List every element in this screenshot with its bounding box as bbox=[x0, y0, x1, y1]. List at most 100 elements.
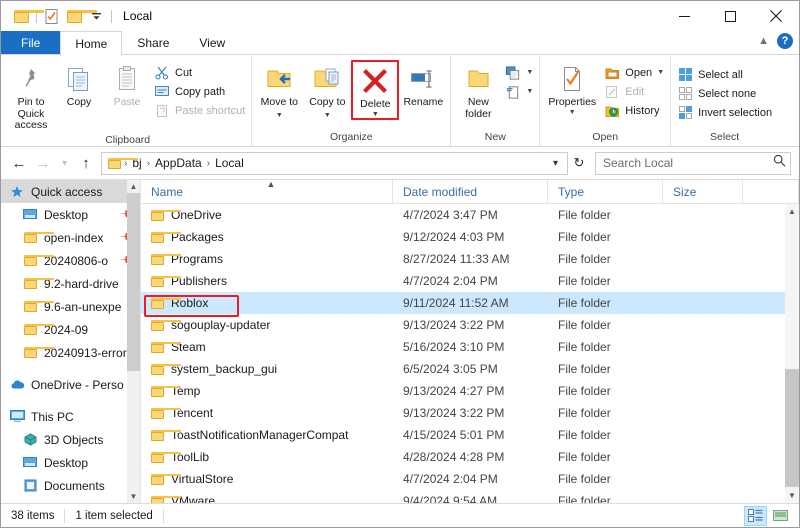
sidebar-item-desktop[interactable]: Desktop 📌 bbox=[1, 203, 140, 226]
easy-access-button[interactable]: ▼ bbox=[502, 82, 536, 101]
sidebar-scrollbar[interactable]: ▲ ▼ bbox=[127, 180, 140, 503]
tab-view[interactable]: View bbox=[184, 31, 240, 54]
table-row[interactable]: sogouplay-updater 9/13/2024 3:22 PM File… bbox=[141, 314, 799, 336]
paste-button[interactable]: Paste bbox=[103, 60, 151, 109]
edit-button[interactable]: Edit bbox=[601, 82, 667, 101]
sidebar-item-desktop-pc[interactable]: Desktop bbox=[1, 451, 140, 474]
caret-icon[interactable]: ▼ bbox=[657, 69, 664, 76]
move-to-button[interactable]: Move to ▼ bbox=[255, 60, 303, 120]
scroll-up-arrow-icon[interactable]: ▲ bbox=[785, 204, 799, 219]
table-row[interactable]: system_backup_gui 6/5/2024 3:05 PM File … bbox=[141, 358, 799, 380]
pin-to-quick-access-button[interactable]: Pin to Quick access bbox=[7, 60, 55, 132]
search-box[interactable]: Search Local bbox=[595, 151, 791, 175]
table-row-selected[interactable]: Roblox 9/11/2024 11:52 AM File folder bbox=[141, 292, 799, 317]
sidebar-item-3d-objects[interactable]: 3D Objects bbox=[1, 428, 140, 451]
table-row[interactable]: ToastNotificationManagerCompat 4/15/2024… bbox=[141, 424, 799, 446]
history-button[interactable]: History bbox=[601, 101, 667, 120]
tab-file[interactable]: File bbox=[1, 31, 61, 54]
address-bar[interactable]: › bj › AppData › Local ▾ bbox=[101, 151, 568, 175]
caret-icon[interactable]: ▼ bbox=[324, 112, 331, 119]
tab-home[interactable]: Home bbox=[60, 31, 123, 56]
scroll-up-arrow-icon[interactable]: ▲ bbox=[127, 180, 140, 193]
file-list-scrollbar[interactable]: ▲ ▼ bbox=[785, 204, 799, 503]
table-row[interactable]: VMware 9/4/2024 9:54 AM File folder bbox=[141, 490, 799, 503]
cell-type: File folder bbox=[558, 230, 611, 244]
table-row[interactable]: OneDrive 4/7/2024 3:47 PM File folder bbox=[141, 204, 799, 226]
cut-button[interactable]: Cut bbox=[151, 63, 248, 82]
new-item-button[interactable]: ▼ bbox=[502, 63, 536, 82]
new-folder-icon[interactable] bbox=[63, 5, 97, 27]
recent-locations-chevron-down-icon[interactable]: ▾ bbox=[55, 151, 74, 175]
sidebar-item-onedrive[interactable]: OneDrive - Perso bbox=[1, 373, 140, 396]
sidebar-item-quick-access[interactable]: Quick access bbox=[1, 180, 140, 203]
tab-share[interactable]: Share bbox=[122, 31, 184, 54]
sidebar-item-92-hard-drive[interactable]: 9.2-hard-drive bbox=[1, 272, 140, 295]
sidebar-item-2024-09[interactable]: 2024-09 bbox=[1, 318, 140, 341]
scroll-down-arrow-icon[interactable]: ▼ bbox=[785, 488, 799, 503]
select-none-button[interactable]: Select none bbox=[674, 84, 775, 103]
paste-shortcut-button[interactable]: Paste shortcut bbox=[151, 101, 248, 120]
table-row[interactable]: Steam 5/16/2024 3:10 PM File folder bbox=[141, 336, 799, 358]
minimize-button[interactable] bbox=[661, 1, 707, 31]
copy-to-button[interactable]: Copy to ▼ bbox=[303, 60, 351, 120]
rename-button[interactable]: Rename bbox=[399, 60, 447, 109]
caret-icon[interactable]: ▼ bbox=[360, 111, 390, 118]
search-input[interactable]: Search Local bbox=[603, 156, 773, 170]
new-folder-button[interactable]: New folder bbox=[454, 60, 502, 120]
table-row[interactable]: VirtualStore 4/7/2024 2:04 PM File folde… bbox=[141, 468, 799, 490]
breadcrumb-item-appdata[interactable]: AppData bbox=[151, 156, 206, 170]
table-row[interactable]: Packages 9/12/2024 4:03 PM File folder bbox=[141, 226, 799, 248]
delete-button[interactable]: Delete ▼ bbox=[351, 60, 400, 120]
sidebar-scroll-thumb[interactable] bbox=[127, 193, 140, 371]
customize-qat-dropdown-icon[interactable] bbox=[85, 5, 107, 27]
large-icons-view-button[interactable] bbox=[769, 506, 792, 526]
caret-icon[interactable]: ▼ bbox=[276, 112, 283, 119]
sidebar-item-documents[interactable]: Documents bbox=[1, 474, 140, 497]
select-all-button[interactable]: Select all bbox=[674, 65, 775, 84]
refresh-icon[interactable]: ↻ bbox=[568, 151, 590, 175]
caret-icon[interactable]: ▼ bbox=[526, 69, 533, 76]
file-list-scroll-track[interactable] bbox=[785, 219, 799, 488]
sidebar-item-96-an-unexpe[interactable]: 9.6-an-unexpe bbox=[1, 295, 140, 318]
chevron-up-icon[interactable]: ▲ bbox=[758, 35, 769, 47]
table-row[interactable]: ToolLib 4/28/2024 4:28 PM File folder bbox=[141, 446, 799, 468]
ribbon-group-open: Properties ▼ Open ▼ Edit History Open bbox=[540, 55, 672, 146]
select-none-icon bbox=[677, 86, 693, 102]
table-row[interactable]: Publishers 4/7/2024 2:04 PM File folder bbox=[141, 270, 799, 292]
sidebar-item-20240806[interactable]: 20240806-o 📌 bbox=[1, 249, 140, 272]
column-header-size[interactable]: Size bbox=[663, 180, 743, 203]
column-header-type[interactable]: Type bbox=[548, 180, 663, 203]
caret-icon[interactable]: ▼ bbox=[526, 88, 533, 95]
sidebar-item-this-pc[interactable]: This PC bbox=[1, 405, 140, 428]
copy-button[interactable]: Copy bbox=[55, 60, 103, 109]
table-row[interactable]: Tencent 9/13/2024 3:22 PM File folder bbox=[141, 402, 799, 424]
column-header-name[interactable]: ▲ Name bbox=[141, 179, 393, 203]
breadcrumb-item-local[interactable]: Local bbox=[211, 156, 248, 170]
open-button[interactable]: Open ▼ bbox=[601, 63, 667, 82]
file-list-scroll-thumb[interactable] bbox=[785, 369, 799, 487]
table-row[interactable]: Temp 9/13/2024 4:27 PM File folder bbox=[141, 380, 799, 402]
invert-selection-button[interactable]: Invert selection bbox=[674, 103, 775, 122]
search-icon[interactable] bbox=[773, 154, 786, 172]
sidebar-item-20240913-error[interactable]: 20240913-error bbox=[1, 341, 140, 364]
caret-icon[interactable]: ▼ bbox=[548, 109, 596, 116]
forward-arrow-icon[interactable]: → bbox=[31, 151, 55, 175]
folder-icon[interactable] bbox=[10, 5, 44, 27]
table-row[interactable]: Programs 8/27/2024 11:33 AM File folder bbox=[141, 248, 799, 270]
back-arrow-icon[interactable]: ← bbox=[7, 151, 31, 175]
properties-icon[interactable] bbox=[41, 5, 63, 27]
copy-path-button[interactable]: Copy path bbox=[151, 82, 248, 101]
column-header-date-modified[interactable]: Date modified bbox=[393, 180, 548, 203]
copy-path-label: Copy path bbox=[175, 85, 226, 98]
properties-button[interactable]: Properties ▼ bbox=[543, 60, 601, 116]
sidebar-scroll-track[interactable] bbox=[127, 193, 140, 490]
scroll-down-arrow-icon[interactable]: ▼ bbox=[127, 490, 140, 503]
details-view-button[interactable] bbox=[744, 505, 767, 526]
item-count-label: 38 items bbox=[11, 509, 55, 522]
help-icon[interactable]: ? bbox=[777, 33, 793, 49]
maximize-button[interactable] bbox=[707, 1, 753, 31]
chevron-down-icon[interactable]: ▾ bbox=[546, 153, 565, 174]
up-arrow-icon[interactable]: ↑ bbox=[74, 151, 98, 175]
sidebar-item-open-index[interactable]: open-index 📌 bbox=[1, 226, 140, 249]
close-button[interactable] bbox=[753, 1, 799, 31]
